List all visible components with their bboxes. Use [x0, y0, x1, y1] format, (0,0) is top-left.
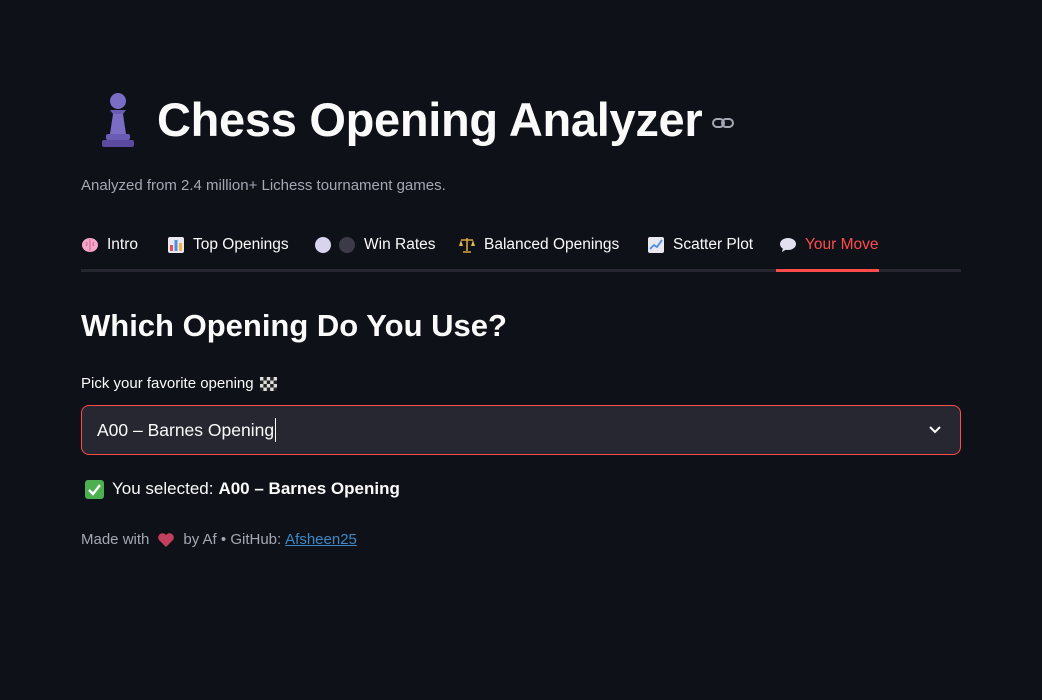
- chevron-down-icon[interactable]: [928, 423, 942, 437]
- tab-label: Top Openings: [193, 236, 289, 253]
- white-black-circles-icon: [314, 236, 356, 254]
- footer: Made with by Af • GitHub: Afsheen25: [81, 531, 357, 548]
- selection-result: You selected: A00 – Barnes Opening: [85, 479, 400, 499]
- tab-your-move[interactable]: Your Move: [779, 228, 879, 272]
- selection-result-value: A00 – Barnes Opening: [218, 479, 400, 498]
- tab-top-openings[interactable]: Top Openings: [167, 228, 289, 272]
- active-tab-indicator: [776, 269, 879, 272]
- tab-label: Your Move: [805, 236, 879, 253]
- footer-by: by Af • GitHub:: [183, 531, 282, 548]
- tab-label: Balanced Openings: [484, 236, 620, 253]
- select-label-text: Pick your favorite opening: [81, 375, 254, 392]
- tab-label: Intro: [107, 236, 139, 253]
- github-link[interactable]: Afsheen25: [285, 531, 357, 548]
- tab-label: Scatter Plot: [673, 236, 754, 253]
- page-subtitle: Analyzed from 2.4 million+ Lichess tourn…: [81, 177, 446, 194]
- brain-icon: [82, 238, 98, 252]
- section-heading: Which Opening Do You Use?: [81, 308, 507, 343]
- tab-intro[interactable]: Intro: [81, 228, 138, 272]
- select-label: Pick your favorite opening: [81, 375, 277, 392]
- opening-select[interactable]: A00 – Barnes Opening: [81, 405, 961, 455]
- scales-icon: [459, 238, 475, 253]
- tab-balanced-openings[interactable]: Balanced Openings: [458, 228, 619, 272]
- tab-win-rates[interactable]: Win Rates: [314, 228, 436, 272]
- link-icon[interactable]: [712, 116, 735, 130]
- bar-chart-icon: [168, 237, 184, 253]
- text-cursor: [275, 418, 277, 442]
- line-chart-icon: [648, 237, 664, 253]
- tab-bar: Intro Top Openings Win Rates Balanced Op…: [81, 228, 961, 272]
- speech-bubble-icon: [780, 238, 796, 252]
- page-title: Chess Opening Analyzer: [157, 92, 703, 146]
- footer-made-with: Made with: [81, 531, 150, 548]
- tab-scatter-plot[interactable]: Scatter Plot: [647, 228, 753, 272]
- checkered-flag-icon: [259, 376, 277, 391]
- pawn-icon: [102, 93, 134, 147]
- opening-select-value: A00 – Barnes Opening: [97, 419, 275, 440]
- tab-label: Win Rates: [364, 236, 436, 253]
- title-row: Chess Opening Analyzer: [99, 88, 735, 150]
- heart-icon: [158, 532, 175, 547]
- selection-result-prefix: You selected:: [112, 479, 214, 498]
- check-mark-icon: [85, 479, 104, 499]
